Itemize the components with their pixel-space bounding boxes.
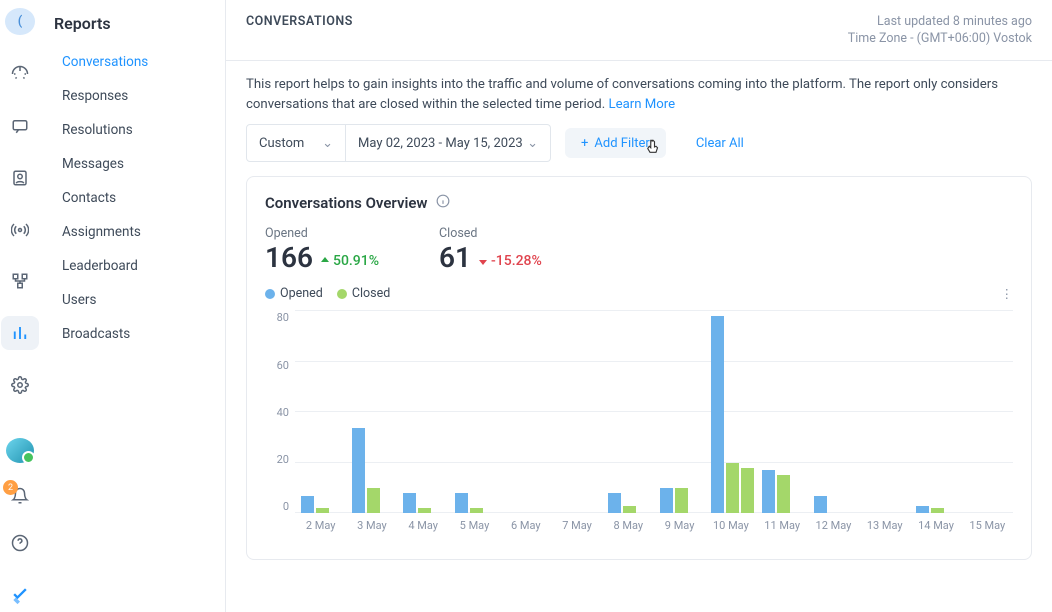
main-content: CONVERSATIONS Last updated 8 minutes ago… — [225, 0, 1052, 612]
sidebar-item-assignments[interactable]: Assignments — [40, 215, 225, 249]
settings-icon[interactable] — [1, 368, 39, 402]
sidebar-item-resolutions[interactable]: Resolutions — [40, 113, 225, 147]
messages-icon[interactable] — [1, 109, 39, 143]
legend-closed: Closed — [337, 286, 390, 301]
opened-trend: 50.91% — [319, 253, 379, 269]
overview-card: Conversations Overview Opened 166 50.91%… — [246, 176, 1032, 560]
sidebar-item-users[interactable]: Users — [40, 283, 225, 317]
user-avatar[interactable] — [6, 438, 34, 463]
notifications-icon[interactable]: 2 — [6, 483, 34, 508]
broadcast-icon[interactable] — [1, 213, 39, 247]
cursor-pointer-icon — [644, 137, 662, 161]
closed-label: Closed — [439, 226, 542, 241]
chart-menu-icon[interactable]: ⋮ — [1001, 286, 1014, 302]
dashboard-icon[interactable] — [1, 57, 39, 91]
clear-all-button[interactable]: Clear All — [696, 136, 744, 151]
page-title: CONVERSATIONS — [246, 14, 353, 29]
last-updated: Last updated 8 minutes ago — [848, 14, 1032, 31]
reports-icon[interactable] — [1, 316, 39, 350]
workflow-icon[interactable] — [1, 264, 39, 298]
opened-label: Opened — [265, 226, 379, 241]
sidebar-item-conversations[interactable]: Conversations — [40, 45, 225, 79]
bar-chart: 806040200 2 May3 May4 May5 May6 May7 May… — [265, 311, 1013, 541]
sidebar-item-broadcasts[interactable]: Broadcasts — [40, 317, 225, 351]
info-icon[interactable] — [436, 193, 450, 212]
workspace-avatar[interactable]: ( — [5, 8, 35, 35]
report-description: This report helps to gain insights into … — [226, 61, 1046, 125]
sidebar-item-responses[interactable]: Responses — [40, 79, 225, 113]
date-range-select[interactable]: May 02, 2023 - May 15, 2023 ⌄ — [346, 124, 551, 162]
reports-sidebar: Reports Conversations Responses Resoluti… — [40, 0, 225, 612]
chevron-down-icon: ⌄ — [527, 136, 538, 151]
sidebar-item-messages[interactable]: Messages — [40, 147, 225, 181]
sidebar-title: Reports — [40, 14, 225, 45]
sidebar-item-leaderboard[interactable]: Leaderboard — [40, 249, 225, 283]
nav-rail: ( 2 — [0, 0, 40, 612]
app-logo-icon[interactable] — [1, 578, 39, 612]
contacts-icon[interactable] — [1, 161, 39, 195]
range-type-select[interactable]: Custom ⌄ — [246, 124, 346, 162]
opened-value: 166 — [265, 241, 313, 274]
closed-value: 61 — [439, 241, 471, 274]
closed-trend: -15.28% — [477, 253, 542, 269]
plus-icon: + — [581, 136, 588, 151]
sidebar-item-contacts[interactable]: Contacts — [40, 181, 225, 215]
timezone: Time Zone - (GMT+06:00) Vostok — [848, 31, 1032, 48]
learn-more-link[interactable]: Learn More — [608, 97, 675, 112]
card-title: Conversations Overview — [265, 194, 428, 212]
chevron-down-icon: ⌄ — [322, 136, 333, 151]
legend-opened: Opened — [265, 286, 323, 301]
help-icon[interactable] — [1, 526, 39, 560]
